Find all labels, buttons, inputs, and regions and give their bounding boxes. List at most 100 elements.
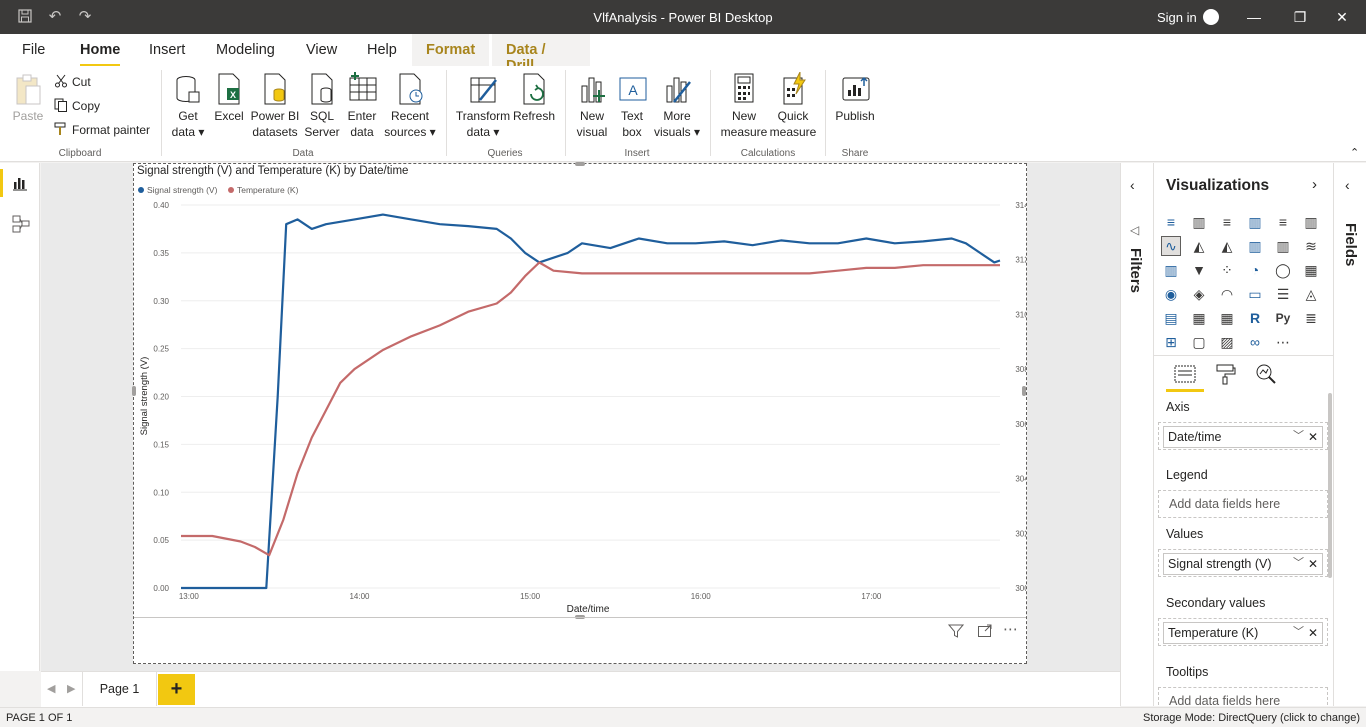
filled-map-icon[interactable]: ◈	[1190, 285, 1208, 303]
smart-narrative-icon[interactable]: ▨	[1218, 333, 1236, 351]
line-clustered-column-icon[interactable]: ▥	[1274, 237, 1292, 255]
fields-tab-icon[interactable]	[1174, 363, 1196, 390]
scatter-icon[interactable]: ⁘	[1218, 261, 1236, 279]
tab-insert[interactable]: Insert	[149, 42, 185, 58]
field-pill[interactable]: Signal strength (V) ﹀ ✕	[1163, 553, 1323, 575]
analytics-magnifier-icon[interactable]	[1255, 363, 1277, 390]
clustered-bar-icon[interactable]: ≡	[1218, 213, 1236, 231]
new-measure-button[interactable]: New measure	[718, 72, 770, 140]
well-values[interactable]: Signal strength (V) ﹀ ✕	[1158, 549, 1328, 577]
more-options-icon[interactable]: ⋯	[1003, 620, 1018, 638]
collapse-ribbon-icon[interactable]: ⌃	[1350, 146, 1359, 159]
donut-icon[interactable]: ◯	[1274, 261, 1292, 279]
scrollbar[interactable]	[1328, 393, 1332, 578]
line-column-icon[interactable]: ▥	[1246, 237, 1264, 255]
enter-data-button[interactable]: Enter data	[343, 72, 381, 140]
sign-in-link[interactable]: Sign in	[1157, 10, 1197, 25]
tab-file[interactable]: File	[22, 42, 45, 58]
line-chart-visual[interactable]: Signal strength (V) and Temperature (K) …	[132, 162, 1027, 664]
excel-button[interactable]: X Excel	[212, 72, 246, 124]
treemap-icon[interactable]: ▦	[1302, 261, 1320, 279]
multi-row-card-icon[interactable]: ☰	[1274, 285, 1292, 303]
slicer-icon[interactable]: ▤	[1162, 309, 1180, 327]
stacked-bar-icon[interactable]: ≡	[1162, 213, 1180, 231]
restore-icon[interactable]: ❐	[1292, 8, 1308, 26]
chevron-left-icon[interactable]: ‹	[1345, 177, 1350, 193]
refresh-button[interactable]: Refresh	[512, 72, 556, 124]
field-pill[interactable]: Date/time ﹀ ✕	[1163, 426, 1323, 448]
area-chart-icon[interactable]: ◭	[1190, 237, 1208, 255]
waterfall-icon[interactable]: ▥	[1162, 261, 1180, 279]
remove-field-icon[interactable]: ✕	[1308, 427, 1318, 447]
chart-svg[interactable]: Signal strength (V) and Temperature (K) …	[134, 164, 1026, 663]
100-column-icon[interactable]: ▥	[1302, 213, 1320, 231]
funnel-icon[interactable]: ▼	[1190, 261, 1208, 279]
tab-help[interactable]: Help	[367, 42, 397, 58]
tab-view[interactable]: View	[306, 42, 337, 58]
line-chart-icon[interactable]: ∿	[1161, 236, 1181, 256]
stacked-column-icon[interactable]: ▥	[1190, 213, 1208, 231]
well-legend[interactable]: Add data fields here	[1158, 490, 1328, 518]
resize-handle-top[interactable]	[575, 162, 585, 166]
kpi-icon[interactable]: ◬	[1302, 285, 1320, 303]
resize-handle-right[interactable]	[1022, 386, 1026, 396]
clustered-column-icon[interactable]: ▥	[1246, 213, 1264, 231]
pie-icon[interactable]: ◔	[1246, 261, 1264, 279]
map-icon[interactable]: ◉	[1162, 285, 1180, 303]
model-view-icon[interactable]	[12, 215, 30, 238]
storage-mode[interactable]: Storage Mode: DirectQuery (click to chan…	[1143, 712, 1360, 724]
card-icon[interactable]: ▭	[1246, 285, 1264, 303]
remove-field-icon[interactable]: ✕	[1308, 554, 1318, 574]
key-influencers-icon[interactable]: ≣	[1302, 309, 1320, 327]
text-box-button[interactable]: A Text box	[612, 72, 652, 140]
tab-data-drill[interactable]: Data / Drill	[492, 34, 590, 74]
matrix-icon[interactable]: ▦	[1218, 309, 1236, 327]
tab-modeling[interactable]: Modeling	[216, 42, 275, 58]
paste-button[interactable]: Paste	[10, 72, 46, 124]
well-axis[interactable]: Date/time ﹀ ✕	[1158, 422, 1328, 450]
close-icon[interactable]: ✕	[1334, 8, 1350, 26]
get-data-button[interactable]: Get data ▾	[166, 72, 210, 140]
paginated-visual-icon[interactable]: ∞	[1246, 333, 1264, 351]
focus-mode-icon[interactable]	[977, 623, 993, 644]
chevron-down-icon[interactable]: ﹀	[1293, 553, 1304, 573]
sql-server-button[interactable]: SQL Server	[303, 72, 341, 140]
remove-field-icon[interactable]: ✕	[1308, 623, 1318, 643]
chevron-down-icon[interactable]: ﹀	[1293, 622, 1304, 642]
add-page-button[interactable]: +	[158, 674, 195, 705]
tab-home[interactable]: Home	[80, 42, 121, 67]
100-bar-icon[interactable]: ≡	[1274, 213, 1292, 231]
minimize-icon[interactable]: —	[1246, 8, 1262, 26]
publish-button[interactable]: Publish	[832, 72, 878, 124]
avatar[interactable]	[1203, 9, 1219, 25]
well-secondary-values[interactable]: Temperature (K) ﹀ ✕	[1158, 618, 1328, 646]
format-paint-roller-icon[interactable]	[1215, 363, 1237, 390]
page-tab-page-1[interactable]: Page 1	[82, 672, 157, 706]
fields-label[interactable]: Fields	[1342, 223, 1359, 266]
resize-handle-left[interactable]	[132, 386, 136, 396]
table-icon[interactable]: ▦	[1190, 309, 1208, 327]
new-visual-button[interactable]: New visual	[572, 72, 612, 140]
chevron-left-icon[interactable]: ‹	[1130, 177, 1135, 193]
chevron-down-icon[interactable]: ﹀	[1293, 426, 1304, 446]
filter-icon[interactable]	[947, 623, 965, 644]
chevron-right-icon[interactable]: ›	[1312, 176, 1317, 193]
qa-visual-icon[interactable]: ▢	[1190, 333, 1208, 351]
decomposition-tree-icon[interactable]: ⊞	[1162, 333, 1180, 351]
more-visuals-button[interactable]: More visuals ▾	[652, 72, 702, 140]
gauge-icon[interactable]: ◠	[1218, 285, 1236, 303]
more-visuals-icon[interactable]: ⋯	[1274, 333, 1292, 351]
power-bi-datasets-button[interactable]: Power BI datasets	[248, 72, 302, 140]
fields-pane-collapsed[interactable]: ‹ Fields	[1333, 163, 1366, 706]
transform-data-button[interactable]: Transform data ▾	[454, 72, 512, 140]
stacked-area-icon[interactable]: ◭	[1218, 237, 1236, 255]
report-view-icon[interactable]	[12, 175, 28, 196]
recent-sources-button[interactable]: Recent sources ▾	[382, 72, 438, 140]
r-visual-icon[interactable]: R	[1246, 309, 1264, 327]
prev-page-icon[interactable]: ◀	[47, 682, 55, 695]
ribbon-chart-icon[interactable]: ≋	[1302, 237, 1320, 255]
next-page-icon[interactable]: ▶	[67, 682, 75, 695]
filters-label[interactable]: Filters	[1127, 248, 1144, 293]
tab-format[interactable]: Format	[412, 34, 490, 66]
filters-pane-collapsed[interactable]: ‹ ◁ Filters	[1120, 163, 1153, 706]
